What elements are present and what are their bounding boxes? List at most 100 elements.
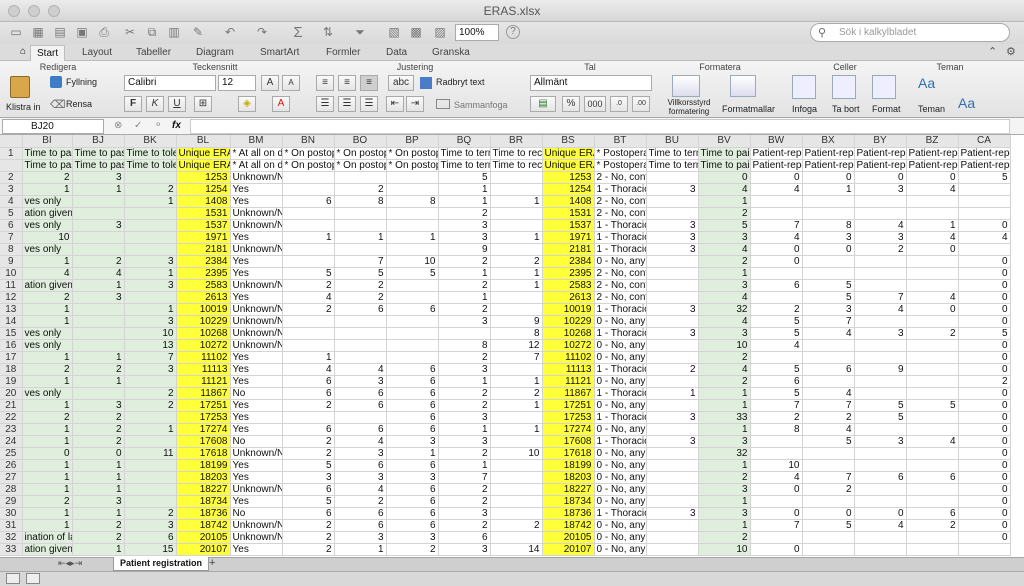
cell[interactable]: 2 (698, 531, 751, 544)
cell[interactable]: Unknown/Not applicable (230, 327, 283, 340)
cell[interactable]: ves only (22, 195, 73, 208)
cell[interactable]: 2 - No, contraindicated (594, 207, 647, 220)
cut-icon[interactable]: ✂ (122, 25, 138, 40)
column-header[interactable]: BP (386, 135, 439, 148)
cell[interactable]: 3 (646, 411, 699, 424)
cell[interactable]: 1254 (176, 183, 231, 196)
cell[interactable]: 1 - Thoracic e (594, 231, 647, 244)
cell[interactable] (646, 315, 699, 328)
sheet-tab-patient-registration[interactable]: Patient registration (113, 557, 210, 571)
cell[interactable]: 7 (334, 255, 387, 268)
cell[interactable]: 5 (750, 387, 803, 400)
cell[interactable]: 2 (438, 303, 491, 316)
cell[interactable] (490, 207, 543, 220)
increase-decimals-icon[interactable]: .0 (610, 96, 628, 112)
cell[interactable]: 1 (72, 351, 125, 364)
cell[interactable] (334, 339, 387, 352)
cell[interactable]: Yes (230, 411, 283, 424)
format-cells-icon[interactable] (872, 75, 896, 99)
cell[interactable]: 5 (282, 495, 335, 508)
cell[interactable]: Unknown/No (230, 483, 283, 496)
cell[interactable]: Time to pain (698, 147, 751, 160)
cell[interactable] (854, 315, 907, 328)
cell[interactable]: 1 (334, 543, 387, 556)
cell[interactable]: 10019 (176, 303, 231, 316)
cell[interactable]: 2 (334, 183, 387, 196)
cell[interactable]: 7 (490, 351, 543, 364)
cell[interactable]: 2 (438, 387, 491, 400)
cell[interactable]: 0 (958, 351, 1011, 364)
cell[interactable]: 0 - No, any other reason (594, 423, 647, 436)
cell[interactable] (124, 231, 177, 244)
cell[interactable]: 2 (854, 243, 907, 256)
cell[interactable]: 6 (386, 399, 439, 412)
cell[interactable]: 1 (22, 375, 73, 388)
cell[interactable]: 1 (438, 183, 491, 196)
cell[interactable]: 1 (438, 459, 491, 472)
cell[interactable]: 0 (906, 303, 959, 316)
cell[interactable]: 3 (646, 183, 699, 196)
themes-label[interactable]: Teman (918, 104, 945, 114)
cell[interactable]: * On postope (282, 159, 335, 172)
cell[interactable]: Yes (230, 471, 283, 484)
cell[interactable]: 0 (958, 459, 1011, 472)
cell[interactable]: Time to pass (72, 159, 125, 172)
cell[interactable]: 3 (854, 327, 907, 340)
cell[interactable]: Yes (230, 267, 283, 280)
cell[interactable] (646, 339, 699, 352)
cell[interactable] (72, 303, 125, 316)
cell[interactable]: 3 (438, 315, 491, 328)
cell[interactable]: 1 - Thoracic e (594, 435, 647, 448)
orientation-icon[interactable]: abc (388, 75, 414, 91)
cell[interactable] (854, 483, 907, 496)
ribbon-collapse-icon[interactable]: ⌃ (988, 45, 997, 58)
cell[interactable] (646, 291, 699, 304)
cell[interactable]: 3 (646, 219, 699, 232)
cell[interactable]: 2 (282, 519, 335, 532)
cell[interactable]: 0 (72, 447, 125, 460)
autosum-icon[interactable]: Σ (290, 25, 306, 40)
cell[interactable] (490, 483, 543, 496)
column-header[interactable]: CA (958, 135, 1011, 148)
row-header[interactable]: 14 (0, 315, 23, 328)
cell[interactable]: 2583 (176, 279, 231, 292)
cell[interactable]: 32 (698, 447, 751, 460)
cell[interactable]: * On postope (334, 159, 387, 172)
select-all-corner[interactable] (0, 135, 23, 148)
cell[interactable]: 3 (386, 435, 439, 448)
column-header[interactable]: BZ (906, 135, 959, 148)
cell[interactable]: 1253 (176, 171, 231, 184)
format-templates-label[interactable]: Formatmallar (722, 104, 775, 114)
cell[interactable] (906, 543, 959, 556)
fyllning-label[interactable]: Fyllning (66, 77, 97, 87)
cell[interactable]: 18203 (542, 471, 595, 484)
cell[interactable]: Patient-repo (750, 147, 803, 160)
cell[interactable]: Unknown/No (230, 303, 283, 316)
cell[interactable]: 7 (750, 399, 803, 412)
cell[interactable]: 1531 (176, 207, 231, 220)
cell[interactable]: 6 (282, 483, 335, 496)
cell[interactable]: 6 (802, 363, 855, 376)
cell[interactable]: 0 (750, 543, 803, 556)
sheet-search-input[interactable]: Sök i kalkylbladet (810, 23, 1010, 42)
filter-icon[interactable]: ⏷ (352, 25, 368, 40)
cell[interactable] (906, 267, 959, 280)
cell[interactable] (386, 351, 439, 364)
cell[interactable]: Patient-repo (906, 147, 959, 160)
cell[interactable] (282, 411, 335, 424)
cell[interactable]: 11102 (542, 351, 595, 364)
cell[interactable]: 1 (72, 459, 125, 472)
toolbox-icon[interactable]: ▩ (408, 25, 424, 40)
cell[interactable]: 14 (490, 543, 543, 556)
paste-clipboard-icon[interactable] (10, 76, 30, 98)
cell[interactable]: 3 (438, 411, 491, 424)
ribbon-settings-icon[interactable]: ⚙ (1006, 45, 1016, 58)
cell[interactable] (802, 351, 855, 364)
cell[interactable]: 3 (698, 279, 751, 292)
cell[interactable]: 5 (282, 267, 335, 280)
cell[interactable]: 10 (750, 459, 803, 472)
cell[interactable] (124, 291, 177, 304)
cell[interactable]: 2 (698, 351, 751, 364)
function-icon[interactable]: ⚬ (154, 120, 162, 131)
cell[interactable] (124, 483, 177, 496)
